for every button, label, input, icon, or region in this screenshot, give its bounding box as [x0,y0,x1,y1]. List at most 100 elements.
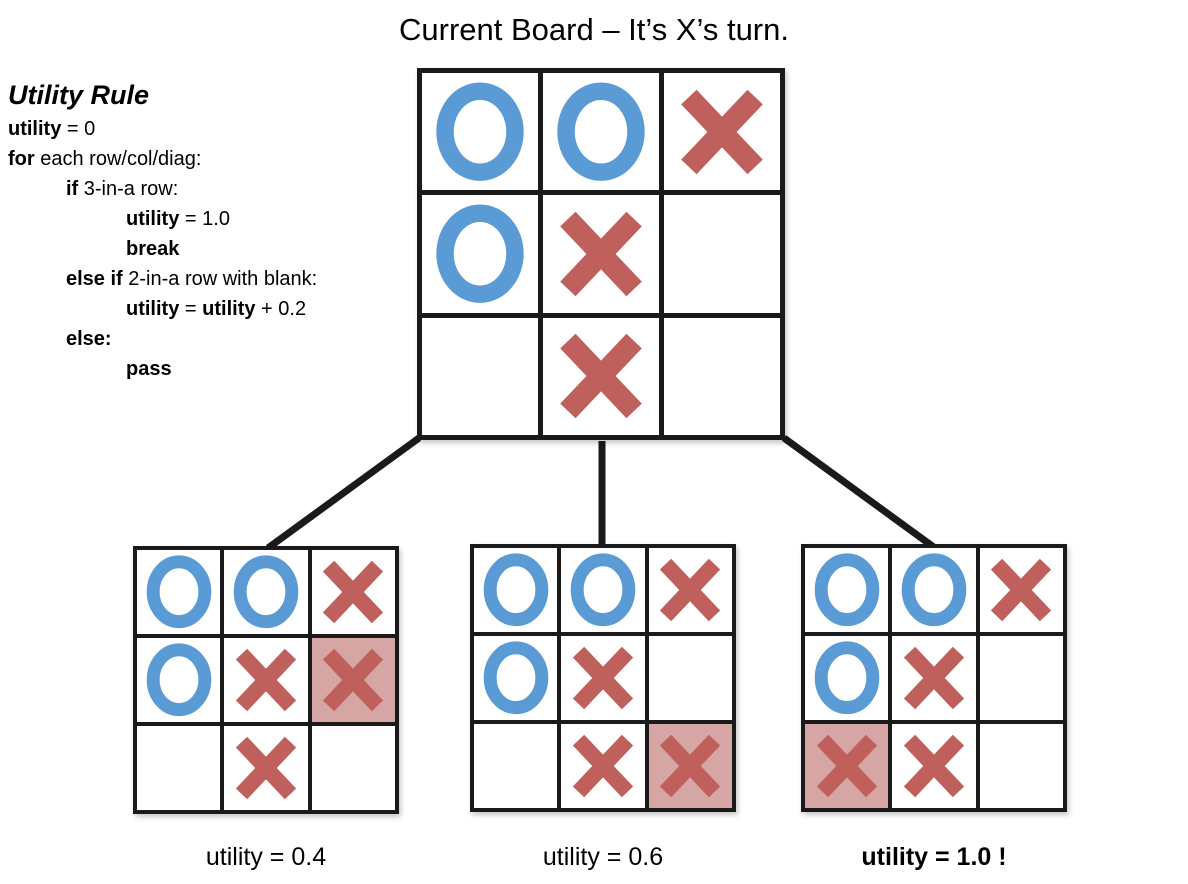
cell-r3c3[interactable] [648,724,732,808]
x-mark-svg [681,89,763,174]
cell-r2c1[interactable] [474,636,558,720]
edge-to-board-1 [265,435,422,551]
code-keyword: utility [202,298,256,320]
candidate-board-2[interactable] [470,544,736,812]
cell-r1c2[interactable] [892,548,976,632]
o-mark-svg [146,643,211,717]
cell-r2c2[interactable] [543,195,659,313]
cell-r2c2[interactable] [224,638,308,722]
candidate-board-1[interactable] [133,546,399,814]
code-keyword: utility [8,118,62,140]
cell-r1c1[interactable] [805,548,889,632]
code-text: 2-in-a row with blank: [122,268,318,290]
x-mark-svg [660,734,721,798]
x-mark-icon [319,646,387,714]
cell-r3c2[interactable] [224,726,308,810]
cell-r1c2[interactable] [224,550,308,634]
x-mark-svg [572,734,634,798]
o-mark-svg [557,82,645,181]
cell-r1c2[interactable] [543,73,659,191]
cell-r3c2[interactable] [543,317,659,435]
cell-r3c2[interactable] [561,724,645,808]
o-mark-icon [569,553,637,627]
cell-r3c1[interactable] [137,726,221,810]
x-mark-icon [232,734,300,802]
cell-r3c1[interactable] [422,317,538,435]
cell-r3c3[interactable] [311,726,395,810]
x-mark-svg [235,736,297,800]
utility-rule-line: pass [8,354,408,384]
utility-rule-line: break [8,234,408,264]
utility-label-board-1: utility = 0.4 [205,843,327,871]
x-mark-icon [232,646,300,714]
o-mark-svg [570,553,636,627]
code-keyword: utility [126,208,180,230]
cell-r2c3[interactable] [311,638,395,722]
o-mark-svg [483,553,548,627]
code-text: = [179,298,203,320]
o-mark-icon [813,641,881,715]
cell-r1c3[interactable] [311,550,395,634]
cell-r3c3[interactable] [979,724,1063,808]
code-keyword: for [8,148,35,170]
page-title: Current Board – It’s X’s turn. [399,12,789,47]
utility-rule-line: else if 2-in-a row with blank: [8,264,408,294]
utility-label-board-2: utility = 0.6 [542,843,664,871]
cell-r2c1[interactable] [137,638,221,722]
cell-r2c3[interactable] [664,195,780,313]
cell-r1c2[interactable] [561,548,645,632]
x-mark-icon [656,556,724,624]
o-mark-svg [436,82,524,181]
cell-r1c1[interactable] [422,73,538,191]
utility-rule-code: utility = 0 for each row/col/diag: if 3-in… [8,114,408,384]
x-mark-icon [813,732,881,800]
o-mark-svg [233,555,299,629]
cell-r3c2[interactable] [892,724,976,808]
cell-r2c3[interactable] [648,636,732,720]
utility-rule-heading: Utility Rule [8,80,150,110]
o-mark-icon [232,555,300,629]
cell-r2c2[interactable] [892,636,976,720]
o-mark-svg [814,553,879,627]
edge-to-board-3 [781,435,938,551]
cell-r3c1[interactable] [474,724,558,808]
cell-r2c2[interactable] [561,636,645,720]
x-mark-icon [676,86,768,178]
o-mark-icon [482,641,550,715]
code-keyword: if [66,178,79,200]
candidate-board-3[interactable] [801,544,1067,812]
code-keyword: utility [126,298,180,320]
x-mark-svg [323,648,384,712]
cell-r2c3[interactable] [979,636,1063,720]
code-text: + 0.2 [255,298,307,320]
cell-r2c1[interactable] [422,195,538,313]
x-mark-svg [903,734,965,798]
code-text: = 0 [61,118,96,140]
current-board[interactable] [417,68,785,440]
o-mark-icon [813,553,881,627]
x-mark-icon [555,208,647,300]
o-mark-svg [814,641,879,715]
cell-r2c1[interactable] [805,636,889,720]
cell-r1c3[interactable] [979,548,1063,632]
o-mark-svg [436,204,524,304]
code-keyword: else: [66,328,112,350]
cell-r1c3[interactable] [664,73,780,191]
utility-rule-line: for each row/col/diag: [8,144,408,174]
o-mark-icon [434,82,526,181]
x-mark-icon [900,644,968,712]
code-text: = 1.0 [179,208,230,230]
x-mark-svg [235,648,297,712]
x-mark-icon [569,644,637,712]
cell-r3c3[interactable] [664,317,780,435]
cell-r1c1[interactable] [474,548,558,632]
cell-r1c1[interactable] [137,550,221,634]
cell-r1c3[interactable] [648,548,732,632]
utility-rule-line: utility = 1.0 [8,204,408,234]
utility-label-board-3: utility = 1.0 ! [861,843,1007,871]
o-mark-svg [146,555,211,629]
cell-r3c1[interactable] [805,724,889,808]
utility-rule-line: utility = 0 [8,114,408,144]
o-mark-icon [482,553,550,627]
x-mark-svg [560,211,642,297]
